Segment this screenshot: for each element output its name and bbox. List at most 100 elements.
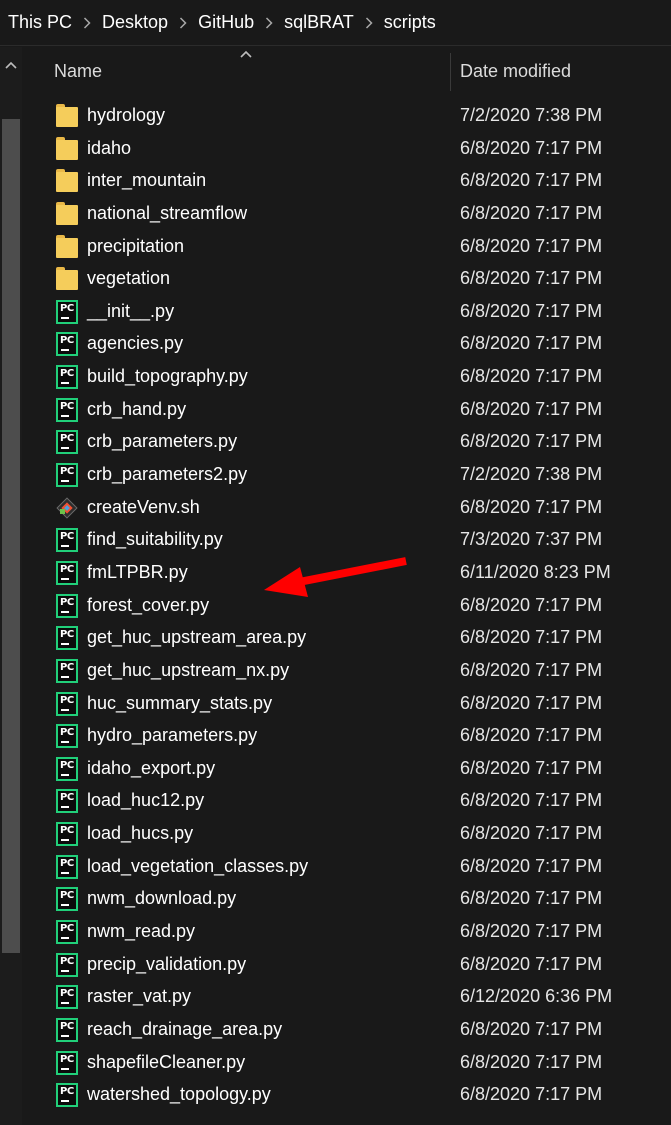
file-name[interactable]: __init__.py (87, 301, 174, 322)
file-name[interactable]: watershed_topology.py (87, 1084, 271, 1105)
file-date-modified: 6/12/2020 6:36 PM (460, 986, 613, 1007)
navigation-pane-scrollbar[interactable] (0, 47, 22, 1125)
file-row[interactable]: hydrology 7/2/2020 7:38 PM (22, 100, 671, 133)
pycharm-file-icon: PC (56, 789, 78, 814)
breadcrumb-scripts[interactable]: scripts (380, 12, 440, 33)
file-row[interactable]: PC __init__.py 6/8/2020 7:17 PM (22, 296, 671, 329)
sort-ascending-icon (240, 50, 252, 58)
file-name[interactable]: vegetation (87, 268, 170, 289)
pycharm-icon-bar (61, 806, 69, 809)
column-header-date-modified[interactable]: Date modified (460, 61, 571, 82)
file-name[interactable]: huc_summary_stats.py (87, 693, 272, 714)
file-name[interactable]: load_huc12.py (87, 790, 204, 811)
file-row[interactable]: PC get_huc_upstream_nx.py 6/8/2020 7:17 PM (22, 655, 671, 688)
file-name[interactable]: crb_parameters.py (87, 431, 237, 452)
pycharm-icon-label: PC (60, 335, 74, 347)
file-name[interactable]: get_huc_upstream_nx.py (87, 660, 289, 681)
column-header-row: Name Date modified (22, 47, 671, 93)
file-name[interactable]: agencies.py (87, 333, 183, 354)
file-name[interactable]: crb_parameters2.py (87, 464, 247, 485)
pycharm-icon-label: PC (60, 400, 74, 412)
file-row[interactable]: precipitation 6/8/2020 7:17 PM (22, 231, 671, 264)
file-row[interactable]: PC watershed_topology.py 6/8/2020 7:17 PM (22, 1079, 671, 1112)
file-row[interactable]: PC precip_validation.py 6/8/2020 7:17 PM (22, 949, 671, 982)
breadcrumb-github[interactable]: GitHub (194, 12, 258, 33)
file-name[interactable]: hydrology (87, 105, 165, 126)
pycharm-file-icon: PC (56, 724, 78, 749)
pycharm-icon-label: PC (60, 923, 74, 935)
file-name[interactable]: build_topography.py (87, 366, 248, 387)
pycharm-file-icon: PC (56, 1050, 78, 1075)
breadcrumb-sqlbrat[interactable]: sqlBRAT (280, 12, 358, 33)
file-row[interactable]: PC hydro_parameters.py 6/8/2020 7:17 PM (22, 720, 671, 753)
file-date-modified: 6/8/2020 7:17 PM (460, 1051, 603, 1072)
file-row[interactable]: PC build_topography.py 6/8/2020 7:17 PM (22, 361, 671, 394)
chevron-right-icon[interactable] (76, 12, 98, 33)
file-row[interactable]: PC crb_hand.py 6/8/2020 7:17 PM (22, 394, 671, 427)
file-date-modified: 6/11/2020 8:23 PM (460, 561, 611, 582)
folder-icon (56, 104, 78, 128)
pycharm-file-icon: PC (56, 626, 78, 651)
file-name[interactable]: createVenv.sh (87, 497, 200, 518)
breadcrumb-desktop[interactable]: Desktop (98, 12, 172, 33)
file-name[interactable]: raster_vat.py (87, 986, 191, 1007)
file-row[interactable]: inter_mountain 6/8/2020 7:17 PM (22, 165, 671, 198)
file-row[interactable]: vegetation 6/8/2020 7:17 PM (22, 263, 671, 296)
pycharm-icon-bar (61, 773, 69, 776)
pycharm-file-icon: PC (56, 887, 78, 912)
git-bash-icon (56, 496, 78, 520)
file-row[interactable]: national_streamflow 6/8/2020 7:17 PM (22, 198, 671, 231)
pycharm-file-icon: PC (56, 430, 78, 455)
file-name[interactable]: precip_validation.py (87, 954, 246, 975)
file-name[interactable]: inter_mountain (87, 170, 206, 191)
file-date-modified: 6/8/2020 7:17 PM (460, 202, 603, 223)
file-row[interactable]: PC load_huc12.py 6/8/2020 7:17 PM (22, 785, 671, 818)
file-row[interactable]: PC reach_drainage_area.py 6/8/2020 7:17 PM (22, 1014, 671, 1047)
file-row[interactable]: PC crb_parameters.py 6/8/2020 7:17 PM (22, 426, 671, 459)
file-name[interactable]: find_suitability.py (87, 529, 223, 550)
file-row[interactable]: PC agencies.py 6/8/2020 7:17 PM (22, 328, 671, 361)
column-divider[interactable] (450, 53, 451, 91)
pycharm-icon-bar (61, 1034, 69, 1037)
file-row[interactable]: PC nwm_read.py 6/8/2020 7:17 PM (22, 916, 671, 949)
chevron-right-icon[interactable] (358, 12, 380, 33)
file-name[interactable]: fmLTPBR.py (87, 562, 188, 583)
pycharm-file-icon: PC (56, 756, 78, 781)
file-row[interactable]: PC nwm_download.py 6/8/2020 7:17 PM (22, 883, 671, 916)
file-name[interactable]: get_huc_upstream_area.py (87, 627, 306, 648)
file-row[interactable]: PC crb_parameters2.py 7/2/2020 7:38 PM (22, 459, 671, 492)
file-name[interactable]: nwm_read.py (87, 921, 195, 942)
pycharm-icon-bar (61, 447, 69, 450)
chevron-right-icon[interactable] (258, 12, 280, 33)
file-name[interactable]: load_vegetation_classes.py (87, 856, 308, 877)
file-name[interactable]: shapefileCleaner.py (87, 1052, 245, 1073)
file-row[interactable]: PC load_hucs.py 6/8/2020 7:17 PM (22, 818, 671, 851)
folder-icon (56, 267, 78, 291)
breadcrumb-this-pc[interactable]: This PC (0, 12, 76, 33)
file-name[interactable]: hydro_parameters.py (87, 725, 257, 746)
folder-icon (56, 234, 78, 259)
file-name[interactable]: idaho_export.py (87, 758, 215, 779)
file-name[interactable]: nwm_download.py (87, 888, 236, 909)
scroll-up-icon[interactable] (0, 57, 22, 73)
scrollbar-thumb[interactable] (2, 119, 20, 953)
file-row[interactable]: PC shapefileCleaner.py 6/8/2020 7:17 PM (22, 1047, 671, 1080)
file-row[interactable]: PC idaho_export.py 6/8/2020 7:17 PM (22, 753, 671, 786)
pycharm-file-icon: PC (56, 854, 78, 879)
file-name[interactable]: crb_hand.py (87, 399, 186, 420)
file-name[interactable]: forest_cover.py (87, 595, 209, 616)
file-row[interactable]: createVenv.sh 6/8/2020 7:17 PM (22, 492, 671, 525)
file-name[interactable]: precipitation (87, 236, 184, 257)
file-name[interactable]: national_streamflow (87, 203, 247, 224)
file-name[interactable]: idaho (87, 138, 131, 159)
file-row[interactable]: PC raster_vat.py 6/12/2020 6:36 PM (22, 981, 671, 1014)
file-row[interactable]: idaho 6/8/2020 7:17 PM (22, 133, 671, 166)
file-row[interactable]: PC huc_summary_stats.py 6/8/2020 7:17 PM (22, 688, 671, 721)
column-header-name[interactable]: Name (54, 61, 102, 82)
file-name[interactable]: load_hucs.py (87, 823, 193, 844)
pycharm-icon-bar (61, 382, 69, 385)
chevron-right-icon[interactable] (172, 12, 194, 33)
file-name[interactable]: reach_drainage_area.py (87, 1019, 282, 1040)
file-row[interactable]: PC get_huc_upstream_area.py 6/8/2020 7:17 … (22, 622, 671, 655)
file-row[interactable]: PC load_vegetation_classes.py 6/8/2020 7:1… (22, 851, 671, 884)
